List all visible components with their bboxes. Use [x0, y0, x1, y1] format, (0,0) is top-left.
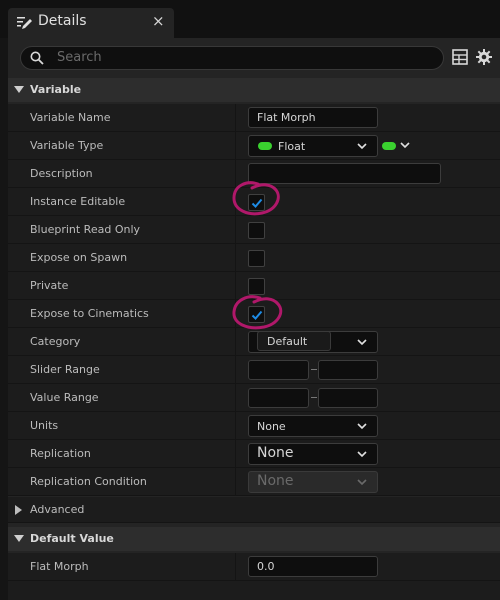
row-slider-range: Slider Range: [8, 356, 500, 384]
chevron-down-icon: [14, 535, 24, 542]
flat-morph-label: Flat Morph: [30, 560, 89, 573]
pencil-details-icon: [17, 17, 32, 29]
float-pin-icon: [258, 142, 272, 150]
tab-bar: Details ×: [0, 0, 500, 38]
replication-condition-value: None: [257, 473, 294, 489]
flat-morph-value-input[interactable]: 0.0: [248, 556, 378, 577]
chevron-down-icon: [357, 143, 367, 150]
container-type-dropdown[interactable]: [382, 139, 414, 153]
row-expose-to-cinematics: Expose to Cinematics: [8, 300, 500, 328]
expose-on-spawn-checkbox[interactable]: [248, 250, 265, 267]
value-range-label: Value Range: [30, 391, 99, 404]
section-advanced[interactable]: Advanced: [8, 497, 500, 523]
range-separator: [311, 397, 317, 398]
table-view-icon[interactable]: [451, 48, 469, 66]
checkmark-icon: [251, 198, 263, 208]
description-input[interactable]: [248, 163, 441, 184]
row-variable-type: Variable Type Float: [8, 132, 500, 160]
section-variable[interactable]: Variable: [8, 78, 500, 102]
blueprint-read-only-checkbox[interactable]: [248, 222, 265, 239]
search-icon: [30, 51, 44, 65]
tab-title: Details: [38, 13, 87, 29]
private-label: Private: [30, 279, 69, 292]
chevron-right-icon: [15, 505, 22, 515]
replication-label: Replication: [30, 447, 91, 460]
search-input[interactable]: Search: [20, 46, 444, 70]
expose-on-spawn-label: Expose on Spawn: [30, 251, 128, 264]
slider-range-label: Slider Range: [30, 363, 100, 376]
row-category: Category Default: [8, 328, 500, 356]
replication-value: None: [257, 445, 294, 461]
variable-name-label: Variable Name: [30, 111, 111, 124]
container-pin-icon: [382, 142, 396, 150]
private-checkbox[interactable]: [248, 278, 265, 295]
expose-to-cinematics-label: Expose to Cinematics: [30, 307, 149, 320]
units-value: None: [257, 420, 286, 433]
replication-condition-dropdown: None: [248, 471, 378, 493]
value-range-min-input[interactable]: [248, 388, 309, 408]
row-description: Description: [8, 160, 500, 188]
row-value-range: Value Range: [8, 384, 500, 412]
expose-to-cinematics-checkbox[interactable]: [248, 306, 265, 323]
range-separator: [311, 369, 317, 370]
category-value: Default: [267, 335, 308, 348]
checkmark-icon: [251, 310, 263, 320]
instance-editable-label: Instance Editable: [30, 195, 126, 208]
chevron-down-icon: [357, 451, 367, 458]
row-replication-condition: Replication Condition None: [8, 468, 500, 496]
row-units: Units None: [8, 412, 500, 440]
description-label: Description: [30, 167, 93, 180]
category-dropdown[interactable]: Default: [248, 331, 378, 353]
replication-dropdown[interactable]: None: [248, 443, 378, 465]
units-label: Units: [30, 419, 59, 432]
variable-name-input[interactable]: Flat Morph: [248, 107, 378, 128]
details-panel: Search Variable Variable Name Flat Morph…: [8, 38, 500, 600]
category-value-box[interactable]: Default: [257, 331, 331, 351]
category-label: Category: [30, 335, 81, 348]
chevron-down-icon: [357, 479, 367, 486]
row-replication: Replication None: [8, 440, 500, 468]
variable-type-value: Float: [278, 140, 306, 153]
units-dropdown[interactable]: None: [248, 415, 378, 437]
chevron-down-icon: [357, 339, 367, 346]
section-default-value[interactable]: Default Value: [8, 527, 500, 551]
close-icon[interactable]: ×: [152, 12, 165, 30]
chevron-down-icon: [400, 142, 410, 149]
row-variable-name: Variable Name Flat Morph: [8, 104, 500, 132]
section-default-value-label: Default Value: [30, 532, 114, 545]
slider-range-min-input[interactable]: [248, 360, 309, 380]
advanced-label: Advanced: [30, 503, 85, 516]
chevron-down-icon: [14, 86, 24, 93]
row-blueprint-read-only: Blueprint Read Only: [8, 216, 500, 244]
gear-icon[interactable]: [475, 48, 493, 66]
panel-footer: [8, 581, 500, 600]
value-range-max-input[interactable]: [318, 388, 378, 408]
chevron-down-icon: [357, 423, 367, 430]
row-expose-on-spawn: Expose on Spawn: [8, 244, 500, 272]
tab-details[interactable]: Details ×: [8, 8, 174, 38]
row-instance-editable: Instance Editable: [8, 188, 500, 216]
slider-range-max-input[interactable]: [318, 360, 378, 380]
row-flat-morph-default: Flat Morph 0.0: [8, 553, 500, 581]
blueprint-read-only-label: Blueprint Read Only: [30, 223, 141, 236]
replication-condition-label: Replication Condition: [30, 475, 147, 488]
section-variable-label: Variable: [30, 83, 82, 96]
row-private: Private: [8, 272, 500, 300]
variable-type-dropdown[interactable]: Float: [248, 135, 378, 157]
variable-type-label: Variable Type: [30, 139, 104, 152]
instance-editable-checkbox[interactable]: [248, 194, 265, 211]
search-placeholder: Search: [57, 50, 102, 65]
